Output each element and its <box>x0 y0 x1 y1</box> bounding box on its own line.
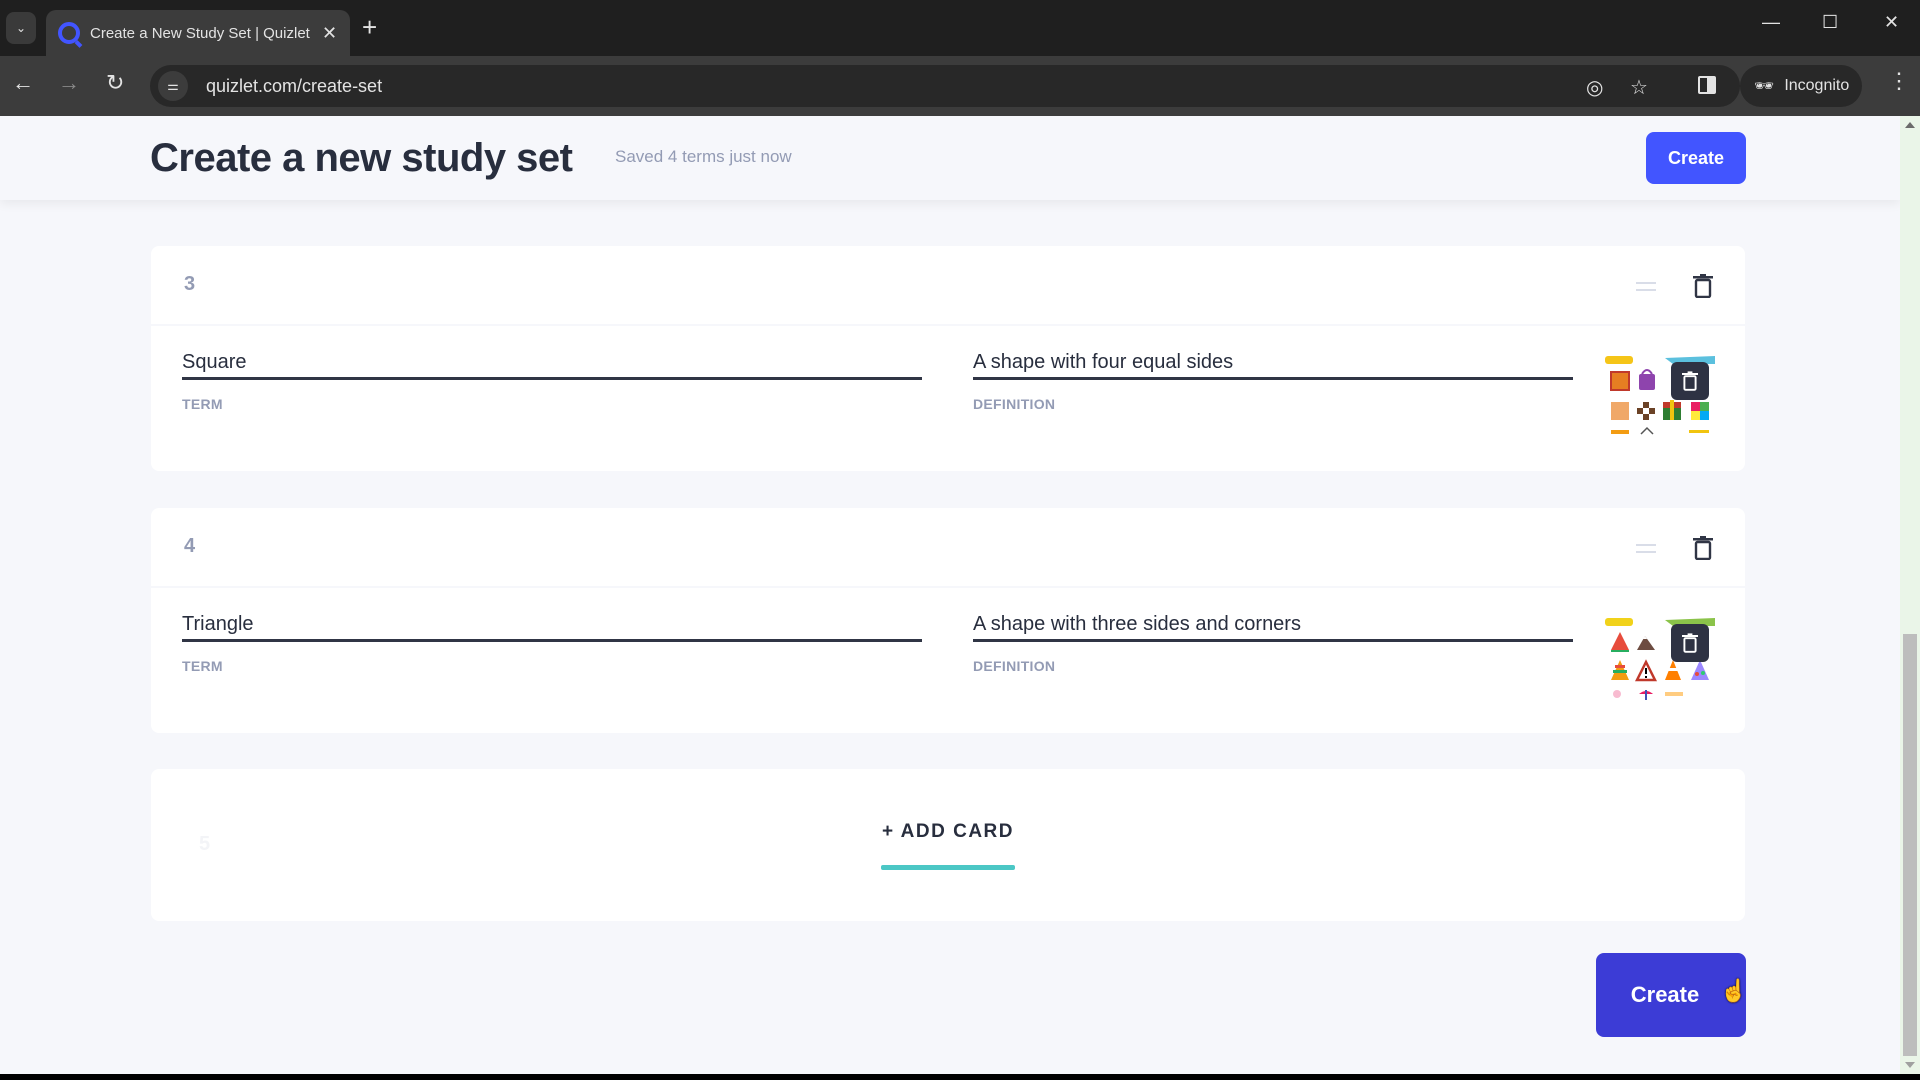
incognito-label: Incognito <box>1784 77 1850 94</box>
card-header: 4 <box>151 508 1745 588</box>
term-field[interactable]: Square TERM <box>182 348 922 412</box>
definition-label: DEFINITION <box>973 658 1056 674</box>
definition-input[interactable]: A shape with four equal sides <box>973 348 1573 380</box>
term-input[interactable]: Square <box>182 348 922 380</box>
remove-image-button[interactable] <box>1671 624 1709 662</box>
definition-label: DEFINITION <box>973 396 1056 412</box>
add-card-section: 5 + ADD CARD <box>151 769 1745 921</box>
incognito-badge[interactable]: 🕶 Incognito <box>1740 65 1862 107</box>
url-text[interactable]: quizlet.com/create-set <box>206 76 382 97</box>
term-field[interactable]: Triangle TERM <box>182 610 922 674</box>
term-card: 4 Triangle TERM A shape with three sides… <box>151 508 1745 733</box>
page-viewport: Create a new study set Saved 4 terms jus… <box>0 116 1900 1074</box>
definition-input[interactable]: A shape with three sides and corners <box>973 610 1573 642</box>
save-status: Saved 4 terms just now <box>615 147 792 166</box>
next-card-number: 5 <box>199 833 211 855</box>
term-label: TERM <box>182 658 223 674</box>
sticky-header: Create a new study set Saved 4 terms jus… <box>0 116 1900 200</box>
definition-field[interactable]: A shape with three sides and corners DEF… <box>973 610 1573 674</box>
remove-image-button[interactable] <box>1671 362 1709 400</box>
eye-off-icon[interactable]: ◎ <box>1586 75 1603 100</box>
hand-cursor-icon: ☝ <box>1720 978 1748 1003</box>
tune-icon[interactable]: ⚌ <box>158 71 188 101</box>
close-window-icon[interactable]: ✕ <box>1884 12 1899 33</box>
trash-icon[interactable] <box>1693 274 1713 298</box>
card-number: 3 <box>184 273 196 295</box>
maximize-icon[interactable]: ☐ <box>1822 12 1838 33</box>
trash-icon <box>1682 371 1698 391</box>
trash-icon <box>1682 633 1698 653</box>
scrollbar-thumb[interactable] <box>1903 634 1917 1056</box>
star-icon[interactable]: ☆ <box>1630 75 1648 100</box>
page-title: Create a new study set <box>150 136 573 180</box>
term-card: 3 Square TERM A shape with four equal si… <box>151 246 1745 471</box>
add-card-label: + ADD CARD <box>882 821 1014 842</box>
side-panel-icon[interactable] <box>1698 76 1716 94</box>
term-input[interactable]: Triangle <box>182 610 922 642</box>
chevron-down-icon: ⌄ <box>15 21 27 35</box>
create-button-top[interactable]: Create <box>1646 132 1746 184</box>
quizlet-q-icon <box>58 22 80 44</box>
more-vert-icon[interactable]: ⋮ <box>1888 70 1910 92</box>
add-card-button[interactable]: + ADD CARD <box>880 821 1016 870</box>
address-bar[interactable]: ⚌ quizlet.com/create-set ◎ ☆ <box>150 65 1740 107</box>
incognito-icon: 🕶 <box>1754 78 1775 95</box>
scroll-down-icon[interactable] <box>1905 1062 1915 1068</box>
browser-tabstrip: ⌄ Create a New Study Set | Quizlet ✕ + —… <box>0 0 1920 56</box>
term-label: TERM <box>182 396 223 412</box>
browser-tab-active[interactable]: Create a New Study Set | Quizlet ✕ <box>46 10 350 56</box>
browser-toolbar: ← → ↻ ⚌ quizlet.com/create-set ◎ ☆ 🕶 Inc… <box>0 56 1920 116</box>
card-header: 3 <box>151 246 1745 326</box>
close-icon[interactable]: ✕ <box>322 23 337 44</box>
add-card-underline <box>881 865 1015 870</box>
drag-handle-icon[interactable] <box>1636 282 1656 291</box>
arrow-right-icon[interactable]: → <box>58 72 80 94</box>
tab-title: Create a New Study Set | Quizlet <box>90 24 310 42</box>
drag-handle-icon[interactable] <box>1636 544 1656 553</box>
trash-icon[interactable] <box>1693 536 1713 560</box>
arrow-left-icon[interactable]: ← <box>12 72 34 94</box>
page-scrollbar[interactable] <box>1900 116 1920 1074</box>
plus-icon[interactable]: + <box>362 14 377 40</box>
screen-bottom-edge <box>0 1074 1920 1080</box>
scroll-up-icon[interactable] <box>1905 122 1915 128</box>
tab-search-button[interactable]: ⌄ <box>6 12 36 44</box>
minimize-icon[interactable]: — <box>1762 12 1780 33</box>
reload-icon[interactable]: ↻ <box>106 72 124 94</box>
card-number: 4 <box>184 535 196 557</box>
definition-field[interactable]: A shape with four equal sides DEFINITION <box>973 348 1573 412</box>
